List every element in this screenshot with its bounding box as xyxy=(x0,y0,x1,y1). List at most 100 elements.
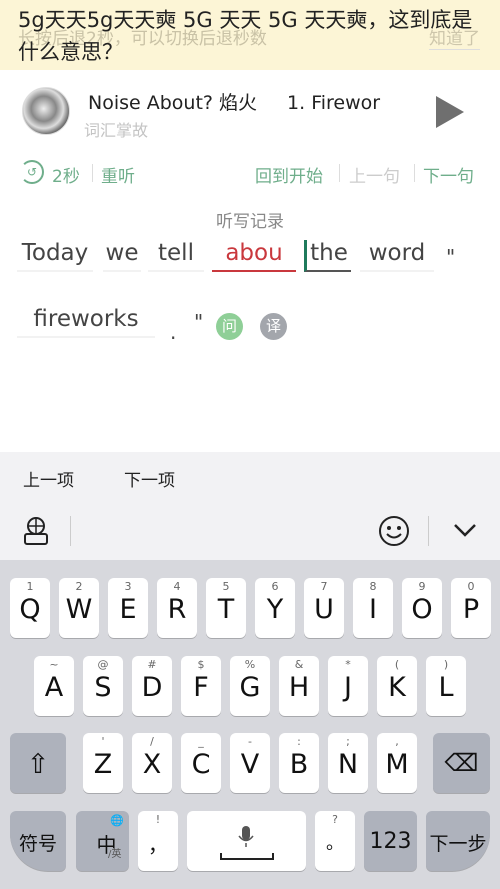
key-w[interactable]: 2W xyxy=(59,578,99,638)
key-label: F xyxy=(193,672,209,703)
divider xyxy=(92,164,93,182)
rewind-icon[interactable]: ↺ xyxy=(20,160,44,184)
period-key[interactable]: ?。 xyxy=(315,811,355,871)
punctuation: . xyxy=(170,320,177,344)
key-label: R xyxy=(167,594,187,625)
key-secondary-label: 7 xyxy=(320,580,328,593)
key-label: B xyxy=(289,749,309,780)
key-c[interactable]: _ C xyxy=(181,733,221,793)
next-step-key[interactable]: 下一步 xyxy=(426,811,490,871)
key-label: D xyxy=(141,672,163,703)
divider xyxy=(414,164,415,182)
key-l[interactable]: ) L xyxy=(426,656,466,716)
key-x[interactable]: / X xyxy=(132,733,172,793)
numbers-key[interactable]: 123 xyxy=(364,811,417,871)
next-field-button[interactable]: 下一项 xyxy=(124,466,175,491)
key-label: G xyxy=(239,672,261,703)
key-y[interactable]: 6Y xyxy=(255,578,295,638)
key-b[interactable]: :B xyxy=(279,733,319,793)
word-input-active[interactable]: the xyxy=(304,240,351,272)
next-sentence-button[interactable]: 下一句 xyxy=(423,162,474,187)
translate-button[interactable]: 译 xyxy=(260,313,287,340)
key-secondary-label: ? xyxy=(332,813,338,826)
key-secondary-label: , xyxy=(395,735,399,748)
key-secondary-label: * xyxy=(345,658,351,671)
key-secondary-label: ~ xyxy=(49,658,59,671)
key-secondary-label: ; xyxy=(346,735,350,748)
key-secondary-label: @ xyxy=(97,658,109,671)
key-g[interactable]: % G xyxy=(230,656,270,716)
key-e[interactable]: 3E xyxy=(108,578,148,638)
rewind-seconds-button[interactable]: 2秒 xyxy=(52,162,80,187)
microphone-icon xyxy=(238,826,254,847)
key-label: 符号 xyxy=(18,833,57,855)
word-input-incorrect[interactable]: abou xyxy=(212,240,296,272)
key-secondary-label: 1 xyxy=(26,580,34,593)
shift-key[interactable]: ⇧ xyxy=(10,733,66,793)
key-secondary-label: - xyxy=(248,735,252,748)
shift-icon: ⇧ xyxy=(26,749,50,780)
key-q[interactable]: 1Q xyxy=(10,578,50,638)
key-j[interactable]: * J xyxy=(328,656,368,716)
key-secondary-label: 2 xyxy=(75,580,83,593)
language-switch-key[interactable]: 🌐 中/英 xyxy=(76,811,129,871)
key-k[interactable]: (K xyxy=(377,656,417,716)
key-label: I xyxy=(369,594,377,625)
key-s[interactable]: @ S xyxy=(83,656,123,716)
comma-key[interactable]: !， xyxy=(138,811,178,871)
episode-name: 1. Firewor xyxy=(287,92,381,114)
word-input[interactable]: tell xyxy=(148,240,204,272)
overlay-title: 5g天天5g天天奭 5G 天天 5G 天天奭，这到底是什么意思？ xyxy=(18,8,473,64)
globe-icon: 🌐 xyxy=(110,814,124,827)
key-label: V xyxy=(240,749,260,780)
emoji-icon[interactable] xyxy=(378,515,410,547)
key-label: N xyxy=(337,749,359,780)
key-label: E xyxy=(119,594,137,625)
delete-key[interactable]: ⌫ xyxy=(433,733,490,793)
symbols-key[interactable]: 符号 xyxy=(10,811,66,871)
key-secondary-label: 8 xyxy=(369,580,377,593)
key-label: U xyxy=(314,594,334,625)
key-a[interactable]: ~ A xyxy=(34,656,74,716)
key-d[interactable]: # D xyxy=(132,656,172,716)
key-p[interactable]: 0P xyxy=(451,578,491,638)
space-bar-icon xyxy=(220,853,274,860)
key-label: ， xyxy=(148,833,168,857)
key-secondary-label: # xyxy=(147,658,157,671)
key-u[interactable]: 7U xyxy=(304,578,344,638)
key-r[interactable]: 4R xyxy=(157,578,197,638)
key-n[interactable]: ; N xyxy=(328,733,368,793)
replay-button[interactable]: 重听 xyxy=(101,162,135,187)
word-input[interactable]: we xyxy=(103,240,141,272)
key-v[interactable]: -V xyxy=(230,733,270,793)
key-h[interactable]: & H xyxy=(279,656,319,716)
word-input[interactable]: Today xyxy=(17,240,93,272)
key-m[interactable]: ,M xyxy=(377,733,417,793)
word-input[interactable]: fireworks xyxy=(17,306,155,338)
word-input[interactable]: word xyxy=(360,240,434,272)
key-secondary-label: : xyxy=(297,735,301,748)
key-secondary-label: & xyxy=(294,658,304,671)
key-secondary-label: 4 xyxy=(173,580,181,593)
play-icon[interactable] xyxy=(436,96,464,128)
key-secondary-label: 5 xyxy=(222,580,230,593)
key-label: Y xyxy=(266,594,284,625)
hint-button[interactable]: 问 xyxy=(216,313,243,340)
key-secondary-label: $ xyxy=(197,658,205,671)
keyboard-globe-icon[interactable] xyxy=(22,516,50,546)
track-title: Noise About? 焰火 1. Firewor xyxy=(88,88,400,115)
key-label: C xyxy=(191,749,211,780)
previous-sentence-button[interactable]: 上一句 xyxy=(349,162,400,187)
key-secondary-label: 3 xyxy=(124,580,132,593)
key-o[interactable]: 9O xyxy=(402,578,442,638)
key-f[interactable]: $ F xyxy=(181,656,221,716)
collapse-keyboard-icon[interactable] xyxy=(452,522,478,538)
key-z[interactable]: ' Z xyxy=(83,733,123,793)
key-label: Z xyxy=(93,749,113,780)
restart-button[interactable]: 回到开始 xyxy=(255,162,323,187)
key-label: J xyxy=(344,672,352,703)
space-key[interactable] xyxy=(187,811,306,871)
key-t[interactable]: 5T xyxy=(206,578,246,638)
key-i[interactable]: 8I xyxy=(353,578,393,638)
previous-field-button[interactable]: 上一项 xyxy=(23,466,74,491)
